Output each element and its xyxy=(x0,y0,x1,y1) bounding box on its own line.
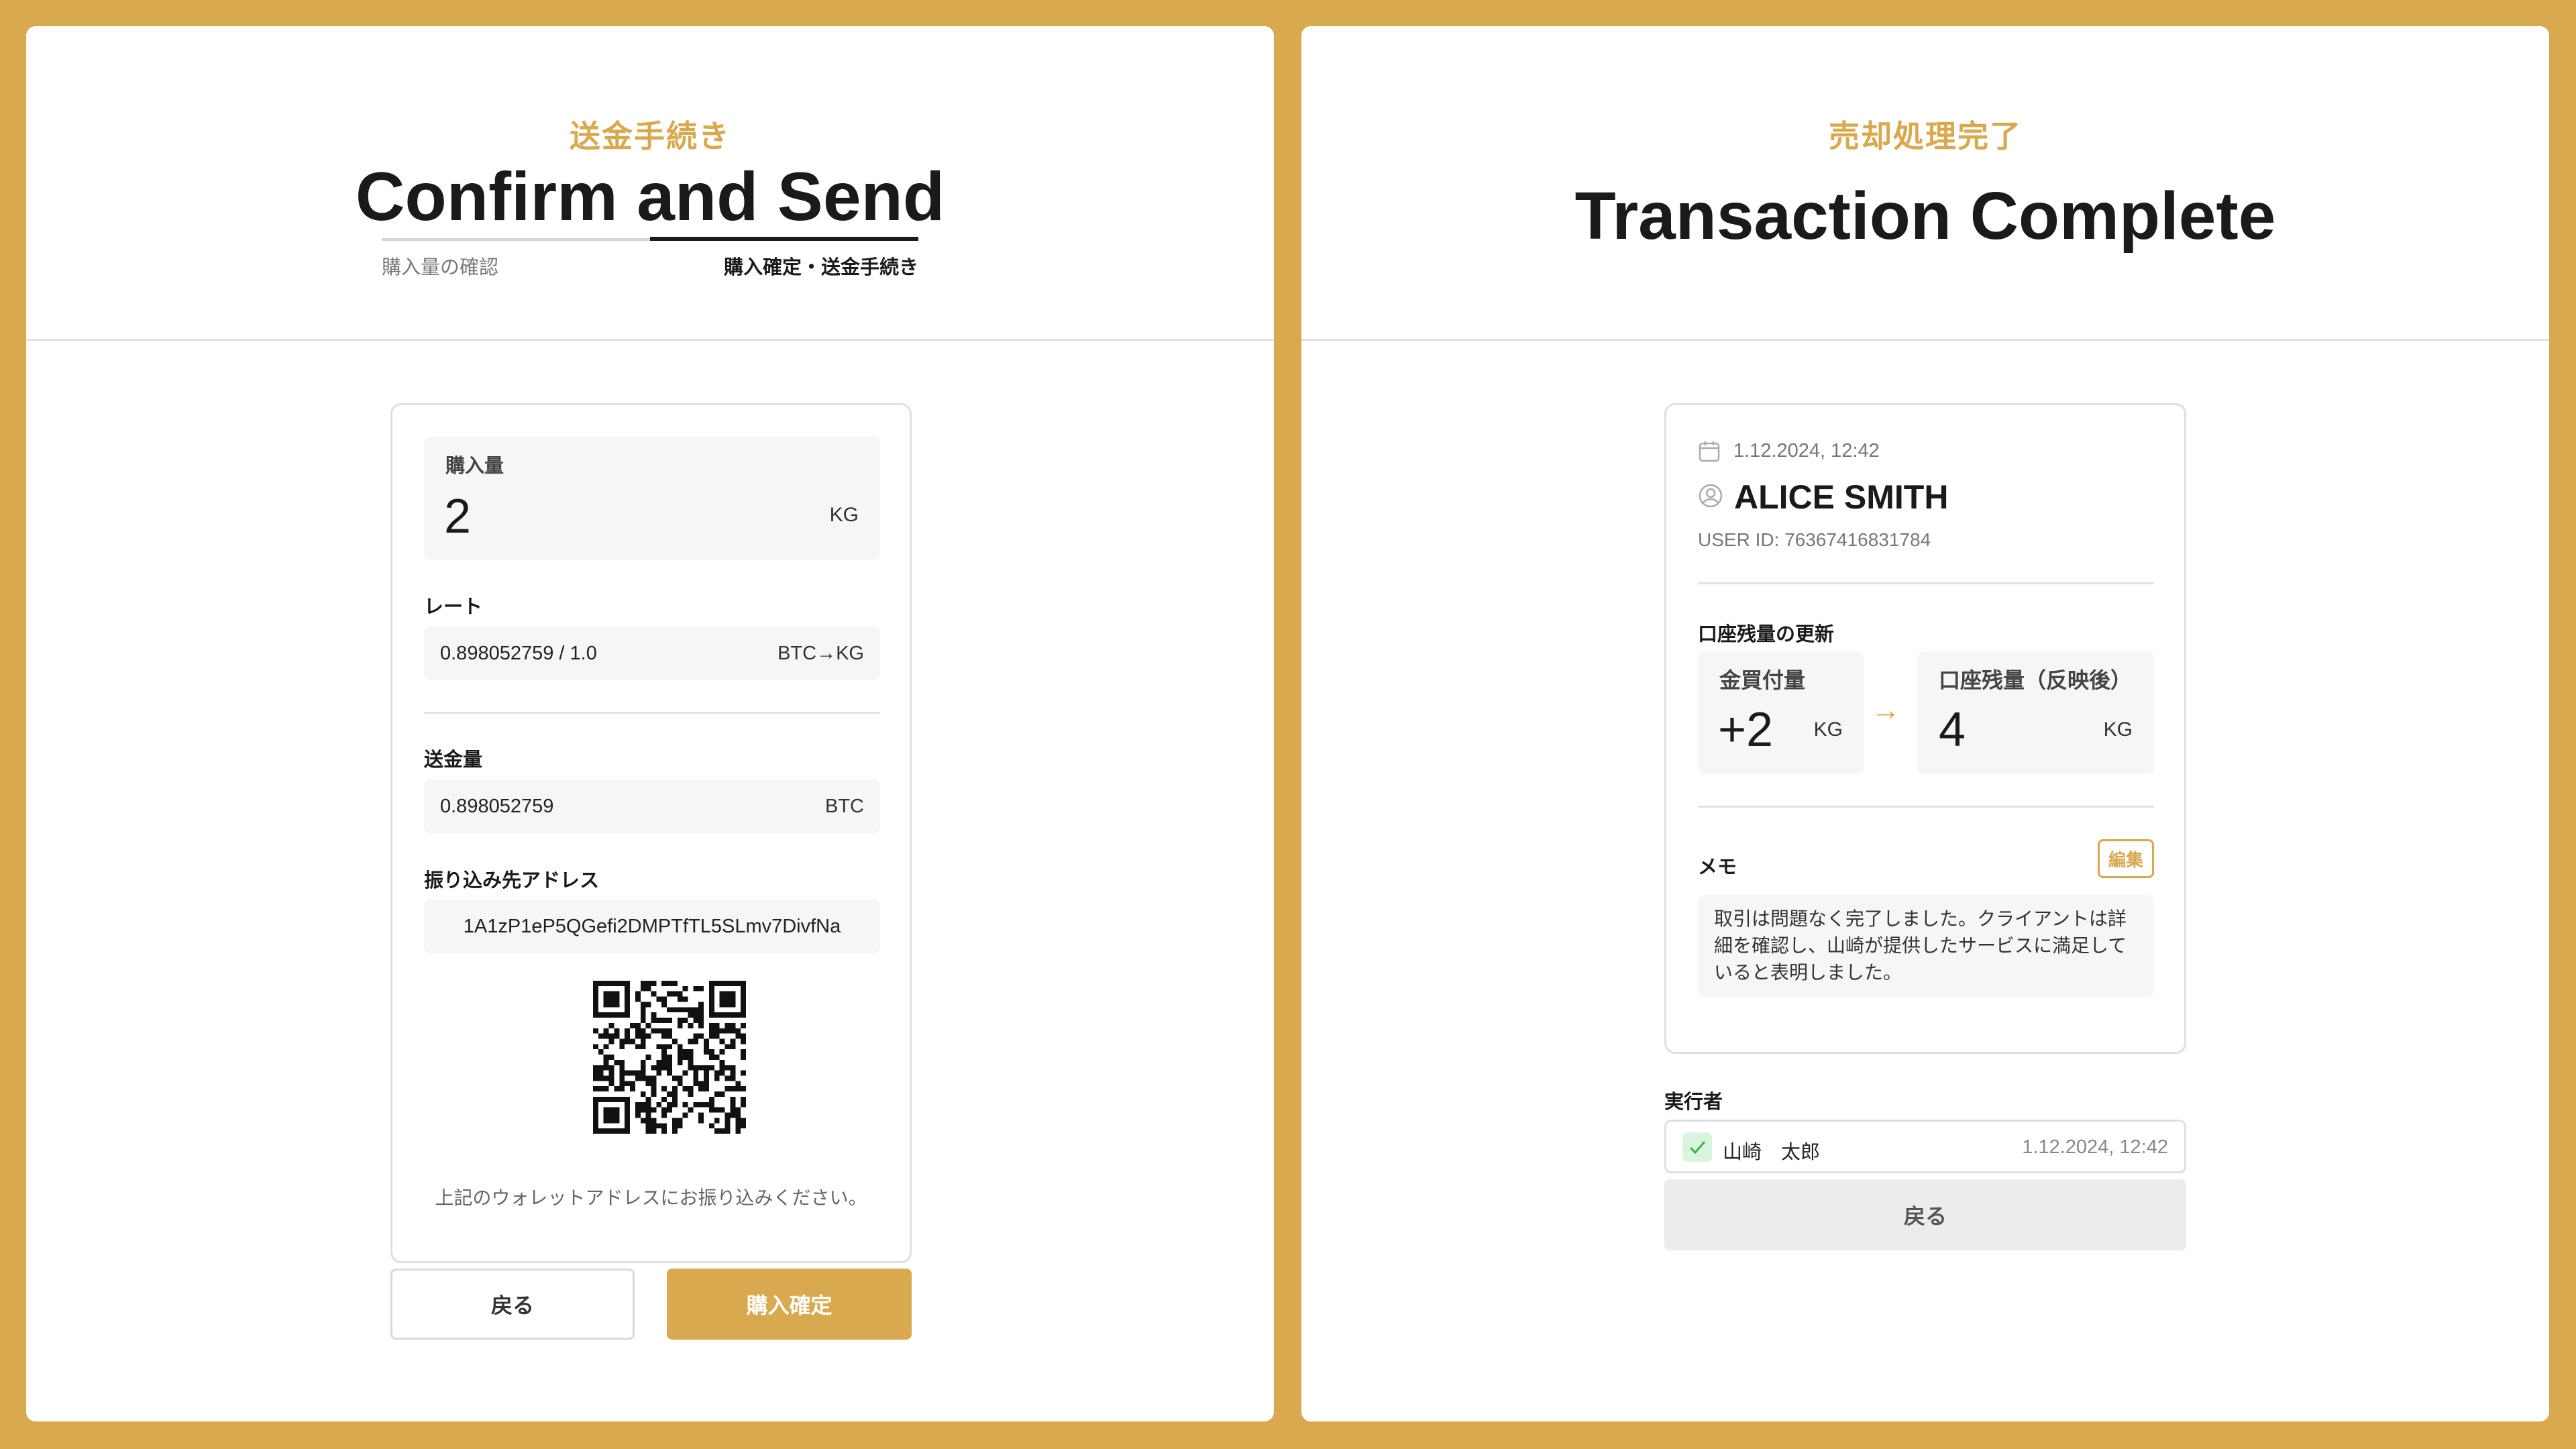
confirm-purchase-button[interactable]: 購入確定 xyxy=(667,1269,912,1340)
rate-unit: BTC→KG xyxy=(777,643,864,664)
address-label: 振り込み先アドレス xyxy=(424,870,600,892)
executor-name: 山崎 太郎 xyxy=(1723,1142,1821,1163)
panel-header: 売却処理完了 Transaction Complete xyxy=(1301,26,2549,341)
wallet-address[interactable]: 1A1zP1eP5QGefi2DMPTfTL5SLmv7DivfNa xyxy=(424,916,880,938)
page-title: Transaction Complete xyxy=(1574,178,2276,254)
section-divider xyxy=(1698,582,2154,584)
bought-unit: KG xyxy=(1813,718,1843,741)
section-divider xyxy=(1698,806,2154,808)
transaction-date: 1.12.2024, 12:42 xyxy=(1733,440,1880,462)
step-1-line xyxy=(382,238,650,241)
user-id: USER ID: 76367416831784 xyxy=(1698,529,1931,550)
memo-line: いると表明しました。 xyxy=(1714,962,1902,983)
panel-header: 送金手続き Confirm and Send 購入量の確認 購入確定・送金手続き xyxy=(26,26,1274,341)
back-button[interactable]: 戻る xyxy=(1664,1179,2186,1250)
address-box[interactable]: 1A1zP1eP5QGefi2DMPTfTL5SLmv7DivfNa xyxy=(424,900,880,953)
purchase-amount-box: 購入量 2 KG xyxy=(424,437,880,559)
memo-line: 細を確認し、山崎が提供したサービスに満足して xyxy=(1714,935,2127,956)
balance-value: 4 xyxy=(1939,703,1966,757)
page-kicker: 売却処理完了 xyxy=(1829,119,2022,154)
transaction-complete-panel: 売却処理完了 Transaction Complete 1.12.2024, 1… xyxy=(1301,26,2549,1421)
user-icon xyxy=(1698,483,1723,508)
executor-label: 実行者 xyxy=(1664,1091,1723,1113)
edit-memo-button[interactable]: 編集 xyxy=(2098,839,2154,878)
bought-value: +2 xyxy=(1718,703,1774,757)
step-2-line xyxy=(650,237,918,241)
send-value: 0.898052759 xyxy=(440,796,554,817)
send-box: 0.898052759 BTC xyxy=(424,780,880,833)
memo-label: メモ xyxy=(1698,857,1737,878)
purchase-unit: KG xyxy=(829,504,859,526)
step-indicator: 購入量の確認 購入確定・送金手続き xyxy=(382,237,918,299)
bought-label: 金買付量 xyxy=(1719,668,1806,692)
balance-label: 口座残量（反映後） xyxy=(1939,668,2133,692)
qr-instruction: 上記のウォレットアドレスにお振り込みください。 xyxy=(435,1187,867,1208)
order-card: 購入量 2 KG レート 0.898052759 / 1.0 BTC→KG 送金… xyxy=(390,403,912,1263)
page-title: Confirm and Send xyxy=(355,158,945,235)
check-icon xyxy=(1682,1132,1712,1162)
transaction-card: 1.12.2024, 12:42 ALICE SMITH USER ID: 76… xyxy=(1664,403,2186,1054)
executor-time: 1.12.2024, 12:42 xyxy=(2022,1136,2168,1158)
rate-value: 0.898052759 / 1.0 xyxy=(440,643,597,664)
rate-box: 0.898052759 / 1.0 BTC→KG xyxy=(424,627,880,680)
section-divider xyxy=(424,712,880,714)
send-label: 送金量 xyxy=(424,749,483,771)
executor-row: 山崎 太郎 1.12.2024, 12:42 xyxy=(1664,1120,2186,1173)
balance-box: 口座残量（反映後） 4 KG xyxy=(1917,651,2154,774)
calendar-icon xyxy=(1698,440,1721,463)
balance-update-label: 口座残量の更新 xyxy=(1698,624,1835,645)
send-unit: BTC xyxy=(825,796,864,817)
purchase-value: 2 xyxy=(444,490,472,543)
memo-line: 取引は問題なく完了しました。クライアントは詳 xyxy=(1714,908,2127,929)
confirm-send-panel: 送金手続き Confirm and Send 購入量の確認 購入確定・送金手続き… xyxy=(26,26,1274,1421)
back-button[interactable]: 戻る xyxy=(390,1269,635,1340)
bought-amount-box: 金買付量 +2 KG xyxy=(1698,651,1864,774)
page-kicker: 送金手続き xyxy=(570,119,731,154)
memo-box: 取引は問題なく完了しました。クライアントは詳 細を確認し、山崎が提供したサービス… xyxy=(1698,895,2154,997)
step-1-label: 購入量の確認 xyxy=(382,257,499,278)
qr-code xyxy=(593,981,746,1134)
purchase-label: 購入量 xyxy=(445,455,504,477)
balance-unit: KG xyxy=(2103,718,2133,741)
memo-text: 取引は問題なく完了しました。クライアントは詳 細を確認し、山崎が提供したサービス… xyxy=(1714,906,2127,986)
rate-label: レート xyxy=(424,596,483,618)
user-name: ALICE SMITH xyxy=(1734,478,1949,516)
arrow-right-icon: → xyxy=(1871,694,1900,727)
step-2-label: 購入確定・送金手続き xyxy=(723,257,918,278)
